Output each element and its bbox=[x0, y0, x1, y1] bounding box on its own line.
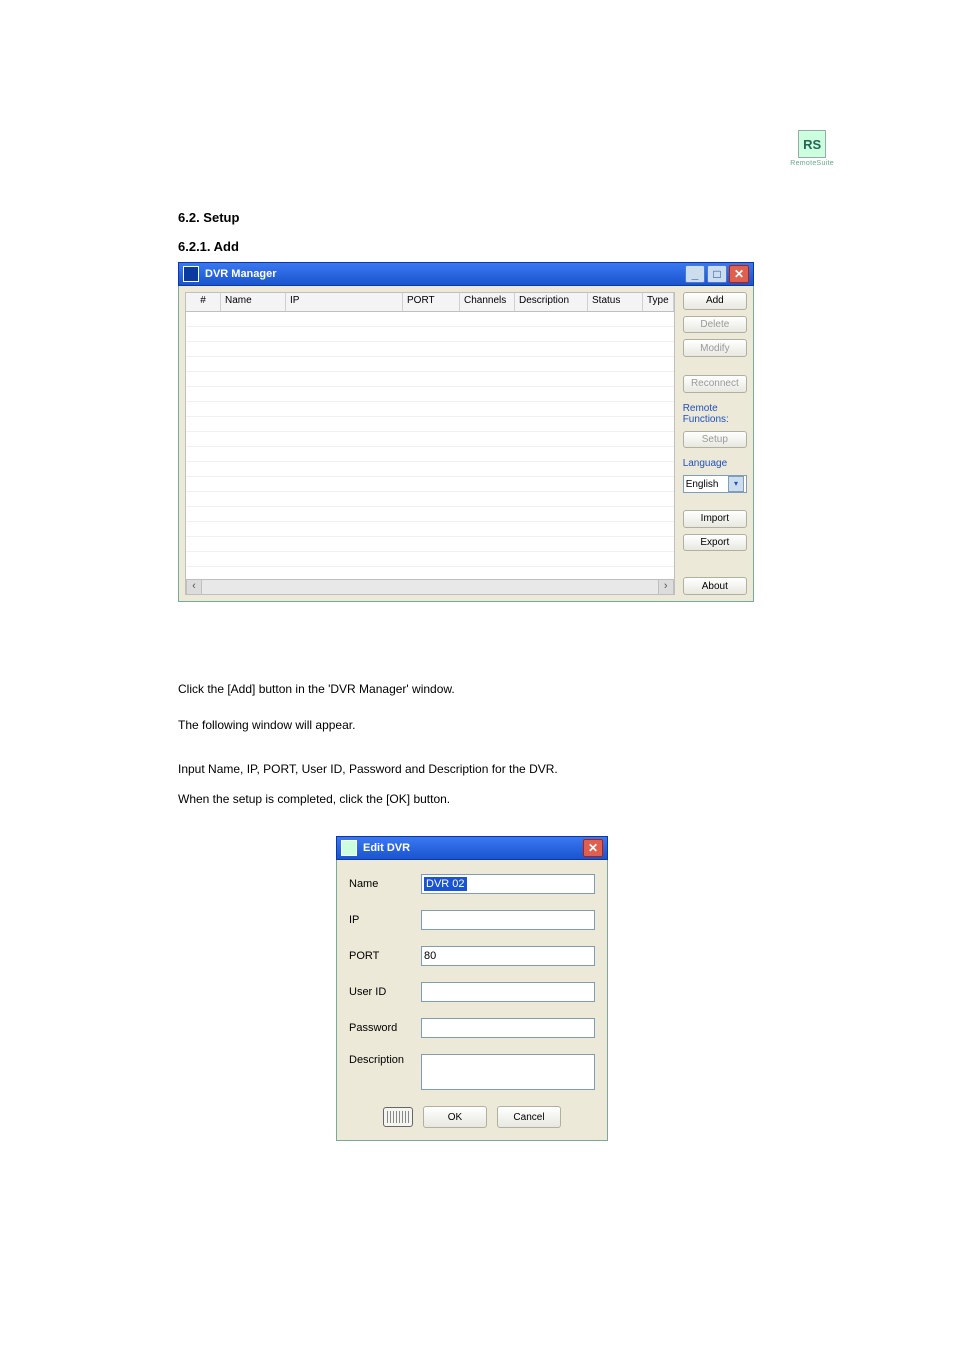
col-type[interactable]: Type bbox=[643, 293, 674, 311]
import-button[interactable]: Import bbox=[683, 510, 747, 528]
password-label: Password bbox=[349, 1022, 421, 1034]
password-input[interactable] bbox=[421, 1018, 595, 1038]
language-select[interactable]: English ▾ bbox=[683, 475, 747, 493]
modify-button[interactable]: Modify bbox=[683, 339, 747, 357]
description-input[interactable] bbox=[421, 1054, 595, 1090]
minimize-button[interactable]: _ bbox=[685, 265, 705, 283]
scroll-right-icon[interactable]: › bbox=[658, 580, 674, 594]
chevron-down-icon: ▾ bbox=[728, 476, 744, 492]
col-ip[interactable]: IP bbox=[286, 293, 403, 311]
logo-mark: RS bbox=[798, 130, 826, 158]
dvr-list-rows[interactable] bbox=[185, 312, 675, 580]
dvr-list-header: # Name IP PORT Channels Description Stat… bbox=[185, 292, 675, 312]
col-num[interactable]: # bbox=[186, 293, 221, 311]
port-label: PORT bbox=[349, 950, 421, 962]
edit-close-button[interactable]: ✕ bbox=[583, 839, 603, 857]
language-selected: English bbox=[686, 479, 728, 490]
col-name[interactable]: Name bbox=[221, 293, 286, 311]
delete-button[interactable]: Delete bbox=[683, 316, 747, 334]
edit-dvr-titlebar[interactable]: Edit DVR ✕ bbox=[336, 836, 608, 860]
brand-logo: RS RemoteSuite bbox=[790, 130, 834, 167]
col-description[interactable]: Description bbox=[515, 293, 588, 311]
logo-label: RemoteSuite bbox=[790, 160, 834, 167]
edit-dvr-body: Name DVR 02 IP PORT 80 User ID Password … bbox=[336, 860, 608, 1141]
edit-dvr-window: Edit DVR ✕ Name DVR 02 IP PORT 80 User I… bbox=[336, 836, 608, 1141]
name-input[interactable]: DVR 02 bbox=[421, 874, 595, 894]
section-heading-block: 6.2. Setup 6.2.1. Add bbox=[178, 210, 239, 254]
userid-input[interactable] bbox=[421, 982, 595, 1002]
horizontal-scrollbar[interactable]: ‹ › bbox=[185, 580, 675, 595]
remote-functions-label: Remote Functions: bbox=[683, 403, 747, 425]
maximize-button[interactable]: □ bbox=[707, 265, 727, 283]
port-input[interactable]: 80 bbox=[421, 946, 595, 966]
description-label: Description bbox=[349, 1054, 421, 1066]
col-status[interactable]: Status bbox=[588, 293, 643, 311]
col-channels[interactable]: Channels bbox=[460, 293, 515, 311]
export-button[interactable]: Export bbox=[683, 534, 747, 552]
ip-input[interactable] bbox=[421, 910, 595, 930]
col-port[interactable]: PORT bbox=[403, 293, 460, 311]
dvr-list-pane: # Name IP PORT Channels Description Stat… bbox=[185, 292, 675, 595]
dvr-manager-titlebar[interactable]: DVR Manager _ □ ✕ bbox=[178, 262, 754, 286]
edit-dvr-title: Edit DVR bbox=[363, 842, 410, 854]
body-line-2: The following window will appear. bbox=[178, 716, 754, 735]
setup-button[interactable]: Setup bbox=[683, 431, 747, 449]
body-line-3: Input Name, IP, PORT, User ID, Password … bbox=[178, 760, 754, 779]
dvr-manager-window: DVR Manager _ □ ✕ # Name IP PORT Channel… bbox=[178, 262, 754, 602]
keyboard-icon[interactable] bbox=[383, 1107, 413, 1127]
userid-label: User ID bbox=[349, 986, 421, 998]
reconnect-button[interactable]: Reconnect bbox=[683, 375, 747, 393]
app-icon bbox=[183, 266, 199, 282]
cancel-button[interactable]: Cancel bbox=[497, 1106, 561, 1128]
ip-label: IP bbox=[349, 914, 421, 926]
add-button[interactable]: Add bbox=[683, 292, 747, 310]
dvr-manager-title: DVR Manager bbox=[205, 268, 277, 280]
scroll-track[interactable] bbox=[202, 580, 658, 594]
close-button[interactable]: ✕ bbox=[729, 265, 749, 283]
body-line-1: Click the [Add] button in the 'DVR Manag… bbox=[178, 680, 754, 699]
dvr-manager-body: # Name IP PORT Channels Description Stat… bbox=[178, 286, 754, 602]
ok-button[interactable]: OK bbox=[423, 1106, 487, 1128]
scroll-left-icon[interactable]: ‹ bbox=[186, 580, 202, 594]
name-label: Name bbox=[349, 878, 421, 890]
chapter-heading: 6.2. Setup bbox=[178, 210, 239, 225]
about-button[interactable]: About bbox=[683, 577, 747, 595]
language-label: Language bbox=[683, 458, 747, 469]
body-line-4: When the setup is completed, click the [… bbox=[178, 790, 754, 809]
section-heading: 6.2.1. Add bbox=[178, 239, 239, 254]
dvr-side-pane: Add Delete Modify Reconnect Remote Funct… bbox=[683, 292, 747, 595]
edit-app-icon bbox=[341, 840, 357, 856]
